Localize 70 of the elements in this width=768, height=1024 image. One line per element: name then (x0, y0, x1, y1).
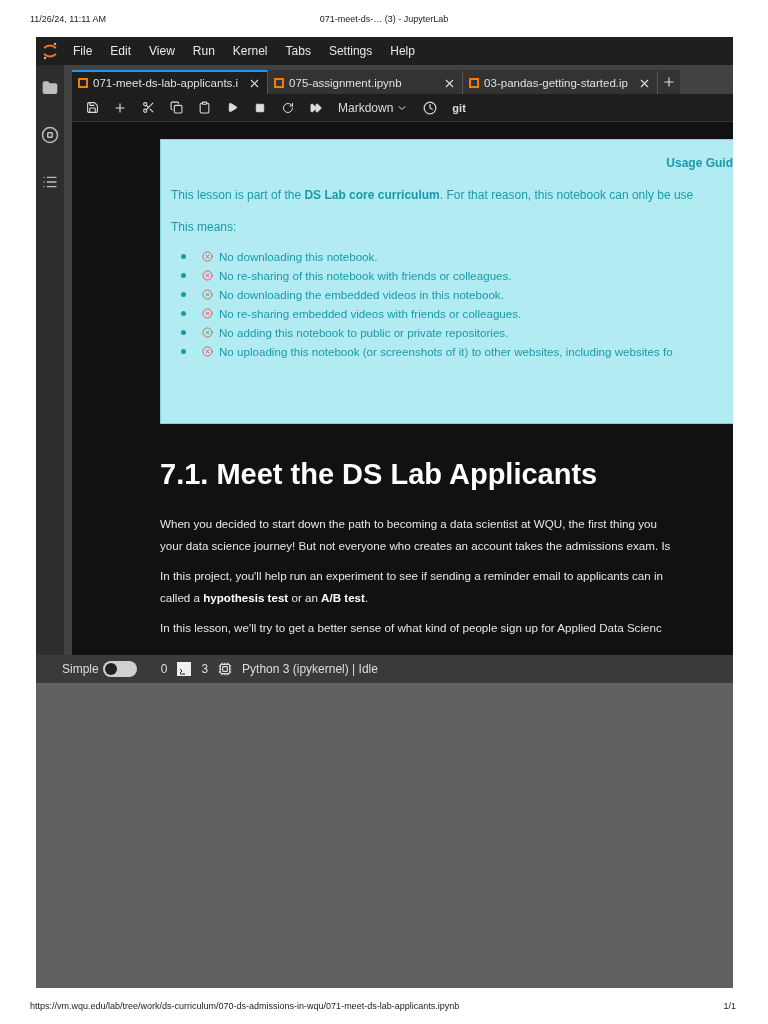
paragraph-text: called a hypothesis test or an A/B test. (160, 590, 370, 606)
status-count: 3 (201, 662, 209, 676)
folder-icon[interactable] (42, 80, 58, 96)
cell-type-dropdown[interactable]: Markdown (338, 100, 409, 115)
notice-text: This lesson is part of the DS Lab core curriculum. For that reason, this notebook can only be use (171, 188, 695, 202)
menu-item[interactable]: Kernel (223, 44, 277, 58)
menu-item[interactable]: View (140, 44, 184, 58)
paragraph-text: When you decided to start down the path to becoming a data scientist at WQU, the first thing you (160, 516, 658, 532)
bullet-icon (181, 292, 186, 297)
git-button[interactable]: git (446, 101, 472, 114)
cpu-icon[interactable] (218, 662, 233, 676)
save-icon (85, 101, 99, 114)
mode-label: Simple (62, 662, 99, 676)
cross-circle-icon (202, 270, 213, 281)
list-icon[interactable] (42, 174, 58, 190)
bullet-icon (181, 311, 186, 316)
notebook-tab[interactable]: 071-meet-ds-lab-applicants.i (72, 70, 269, 94)
rule-text: No re-sharing embedded videos with friends or colleagues. (219, 307, 522, 320)
menu-item[interactable]: Edit (101, 44, 141, 58)
menu-item[interactable]: Settings (319, 44, 382, 58)
menu-item[interactable]: File (64, 44, 102, 58)
bullet-icon (181, 349, 186, 354)
cross-circle-icon (202, 308, 213, 319)
notebook-icon (469, 78, 480, 88)
bullet-icon (181, 254, 186, 259)
clipboard-icon (197, 101, 211, 114)
paragraph-text: your data science journey! But not everyone who creates an account takes the admissions exam. Is (160, 538, 672, 554)
terminal-icon[interactable] (177, 662, 192, 676)
fast-forward-icon (310, 101, 322, 114)
rule-text: No downloading this notebook. (219, 250, 378, 263)
notebook-tab[interactable]: 03-pandas-getting-started.ip (463, 70, 658, 94)
notebook-heading: 7.1. Meet the DS Lab Applicants (160, 458, 599, 491)
rule-text: No adding this notebook to public or private repositories. (219, 326, 509, 339)
paragraph-text: In this lesson, we'll try to get a better sense of what kind of people sign up for Applied Data Scienc (160, 620, 663, 636)
stop-circle-icon[interactable] (41, 126, 59, 144)
rule-text: No uploading this notebook (or screenshots of it) to other websites, including websites fo (219, 345, 673, 358)
kernel-status: Python 3 (ipykernel) | Idle (242, 662, 378, 676)
print-date: 11/26/24, 11:11 AM (30, 13, 107, 24)
cross-circle-icon (202, 251, 213, 262)
menu-item[interactable]: Help (381, 44, 424, 58)
rule-text: No re-sharing of this notebook with friends or colleagues. (219, 269, 512, 282)
notice-text: This means: (171, 220, 238, 234)
rule-text: No downloading the embedded videos in this notebook. (219, 288, 504, 301)
paragraph-text: In this project, you'll help run an experiment to see if sending a reminder email to applicants can in (160, 568, 664, 584)
notice-heading: Usage Guid (666, 156, 733, 170)
cross-circle-icon (202, 346, 213, 357)
print-url: https://vm.wqu.edu/lab/tree/work/ds-curriculum/070-ds-admissions-in-wqu/071-meet-ds-lab-applicants.ipynb (30, 1001, 460, 1011)
plus-icon (661, 75, 676, 89)
menu-item[interactable]: Run (183, 44, 224, 58)
notebook-icon (78, 78, 88, 88)
notebook-tab[interactable]: 075-assignment.ipynb (268, 70, 464, 94)
new-tab-button[interactable] (657, 70, 680, 94)
bullet-icon (181, 273, 186, 278)
notebook-icon (274, 78, 285, 88)
restart-icon (282, 101, 294, 114)
cross-circle-icon (202, 289, 213, 300)
clock-icon (423, 100, 438, 115)
bullet-icon (181, 330, 186, 335)
simple-toggle[interactable] (102, 661, 137, 677)
play-icon (226, 102, 238, 113)
plus-icon (113, 100, 127, 115)
print-page-number: 1/1 (723, 1001, 736, 1011)
status-count: 0 (160, 662, 168, 676)
cross-circle-icon (202, 327, 213, 338)
jupyter-logo[interactable] (42, 42, 58, 60)
copy-icon (169, 101, 183, 114)
scissors-icon (141, 101, 155, 114)
stop-icon (255, 102, 265, 113)
print-page-title: 071-meet-ds-… (3) - JupyterLab (319, 13, 449, 24)
menu-item[interactable]: Tabs (276, 44, 320, 58)
